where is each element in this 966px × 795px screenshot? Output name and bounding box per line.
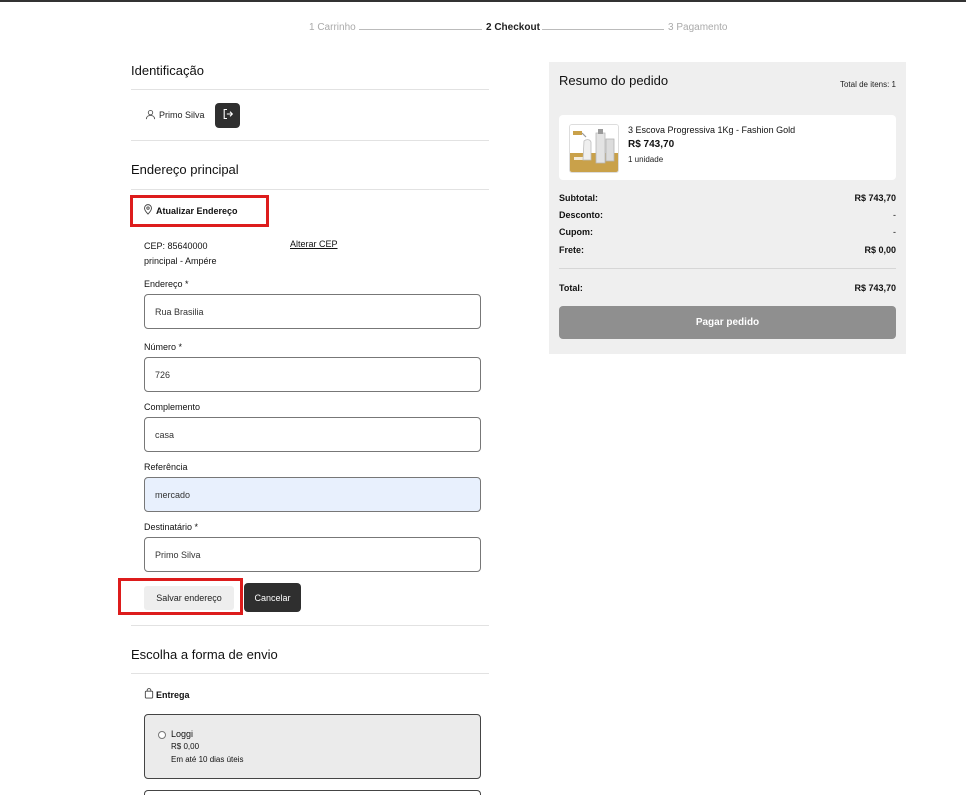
summary-row-subtotal: Subtotal: R$ 743,70 [559,193,896,203]
recipient-input[interactable] [144,537,481,572]
street-label: Endereço * [144,279,189,289]
recipient-label: Destinatário * [144,522,199,532]
summary-row-discount: Desconto: - [559,210,896,220]
shipping-price: R$ 0,00 [171,742,200,751]
shopping-bag-icon [144,688,154,701]
identification-title: Identificação [131,63,204,78]
cep-value: CEP: 85640000 [144,241,208,251]
summary-key: Subtotal: [559,193,598,203]
divider [131,625,489,626]
number-label: Número * [144,342,183,352]
logout-button[interactable] [215,103,240,128]
step-payment: 3 Pagamento [668,22,728,33]
reference-input[interactable] [144,477,481,512]
shipping-radio[interactable] [158,731,166,739]
cancel-button[interactable]: Cancelar [244,583,301,612]
total-value: R$ 743,70 [854,283,896,293]
summary-row-coupon: Cupom: - [559,227,896,237]
summary-value: R$ 743,70 [854,193,896,203]
summary-row-shipping: Frete: R$ 0,00 [559,245,896,255]
step-connector [542,29,664,30]
user-icon [145,109,156,120]
divider [131,89,489,90]
pay-order-button[interactable]: Pagar pedido [559,306,896,339]
step-checkout: 2 Checkout [486,22,540,33]
address-title: Endereço principal [131,162,239,177]
order-summary: Resumo do pedido Total de itens: 1 3 Esc… [549,62,906,354]
divider [131,673,489,674]
user-name: Primo Silva [159,109,205,120]
shipping-option-loggi[interactable]: Loggi R$ 0,00 Em até 10 dias úteis [144,714,481,779]
shipping-name: Loggi [171,729,194,739]
summary-value: R$ 0,00 [864,245,896,255]
shipping-eta: Em até 10 dias úteis [171,755,244,764]
step-cart[interactable]: 1 Carrinho [309,22,356,33]
product-card: 3 Escova Progressiva 1Kg - Fashion Gold … [559,115,896,180]
total-key: Total: [559,283,583,293]
product-quantity: 1 unidade [628,155,664,164]
change-cep-link[interactable]: Alterar CEP [290,239,338,249]
street-input[interactable] [144,294,481,329]
summary-item-count: Total de itens: 1 [839,80,896,89]
top-border [0,0,966,2]
shipping-option-partial[interactable] [144,790,481,795]
logout-icon [222,107,234,125]
delivery-header: Entrega [144,688,190,701]
product-price: R$ 743,70 [628,139,675,150]
summary-value: - [893,227,896,237]
summary-key: Desconto: [559,210,604,220]
cep-info: CEP: 85640000 principal - Ampére [144,239,217,269]
reference-label: Referência [144,462,188,472]
summary-key: Cupom: [559,227,593,237]
divider [131,189,489,190]
summary-value: - [893,210,896,220]
divider [131,140,489,141]
summary-row-total: Total: R$ 743,70 [559,283,896,293]
user-info: Primo Silva [145,109,205,120]
product-name: 3 Escova Progressiva 1Kg - Fashion Gold [628,125,796,135]
step-connector [359,29,482,30]
number-input[interactable] [144,357,481,392]
address-city: principal - Ampére [144,256,217,266]
product-image [569,124,619,173]
divider [559,268,896,269]
checkout-stepper: 1 Carrinho 2 Checkout 3 Pagamento [0,22,966,36]
summary-title: Resumo do pedido [559,73,669,88]
highlight-box [130,195,269,227]
summary-key: Frete: [559,245,585,255]
shipping-title: Escolha a forma de envio [131,647,278,662]
delivery-label: Entrega [156,689,190,700]
complement-input[interactable] [144,417,481,452]
complement-label: Complemento [144,402,201,412]
highlight-box [118,578,243,615]
